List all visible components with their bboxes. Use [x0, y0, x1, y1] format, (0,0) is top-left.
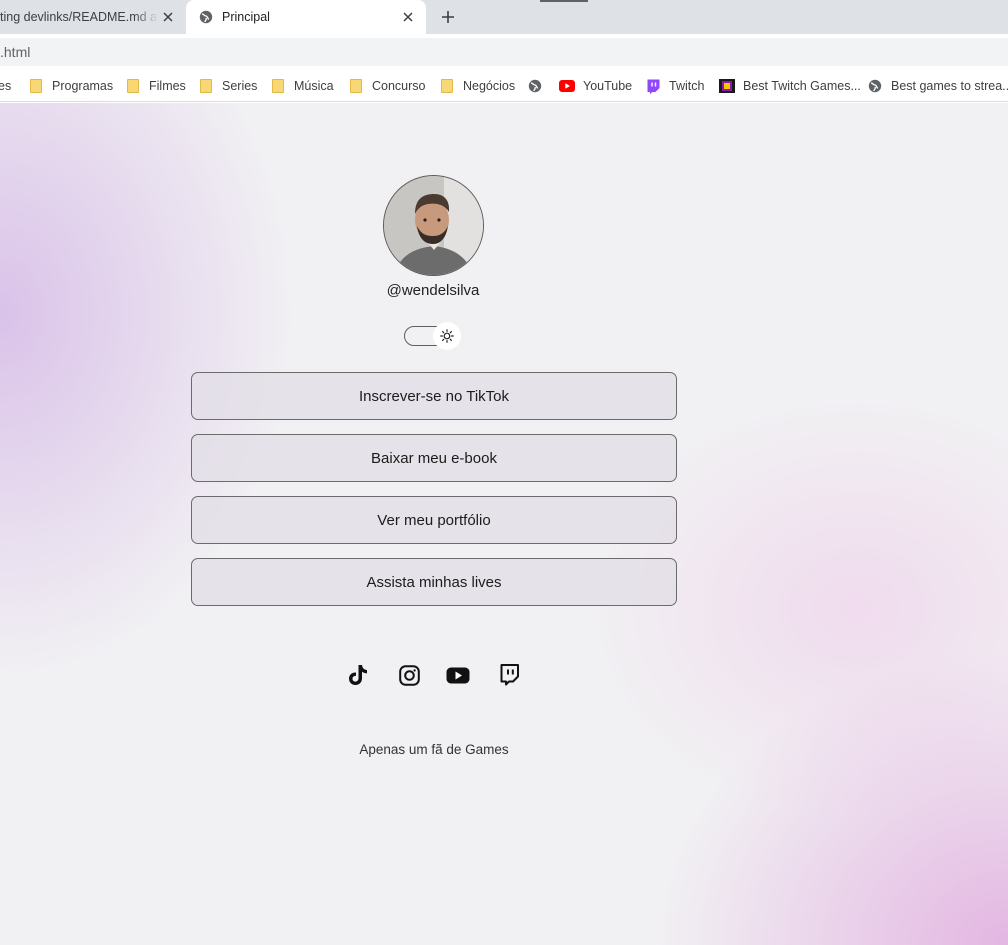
plus-icon [442, 11, 454, 23]
bookmark-folder-concurso[interactable]: Concurso [348, 77, 426, 95]
bookmark-folder-negocios[interactable]: Negócios [439, 77, 515, 95]
bookmark-label: Negócios [463, 79, 516, 93]
sun-icon[interactable] [433, 322, 461, 350]
bookmark-label: Música [294, 79, 334, 93]
bookmark-folder[interactable]: es [0, 77, 11, 95]
globe-icon [527, 78, 543, 94]
url-text[interactable]: .html [0, 44, 30, 60]
bookmark-folder-filmes[interactable]: Filmes [125, 77, 186, 95]
globe-icon [198, 9, 214, 25]
bookmarks-bar: es Programas Filmes Series Música Concur… [0, 70, 1008, 102]
tab-strip: ting devlinks/README.md at m Principal [0, 0, 1008, 34]
bookmark-folder-programas[interactable]: Programas [28, 77, 113, 95]
omnibox[interactable] [0, 38, 1008, 66]
tab-strip-indicator [540, 0, 588, 2]
twitch-icon[interactable] [497, 663, 521, 687]
folder-icon [28, 78, 44, 94]
tiktok-icon[interactable] [346, 663, 370, 687]
folder-icon [198, 78, 214, 94]
link-button-tiktok[interactable]: Inscrever-se no TikTok [191, 372, 677, 420]
avatar [383, 175, 484, 276]
bookmark-label: YouTube [583, 79, 633, 93]
tab-title: Principal [222, 10, 270, 24]
bookmark-label: Best Twitch Games... [743, 79, 861, 93]
globe-icon [867, 78, 883, 94]
youtube-icon [559, 78, 575, 94]
bookmark-folder-series[interactable]: Series [198, 77, 257, 95]
bookmark-label: Best games to strea... [891, 79, 1008, 93]
bookmark-label: Filmes [149, 79, 186, 93]
link-button-lives[interactable]: Assista minhas lives [191, 558, 677, 606]
bookmark-label: Concurso [372, 79, 426, 93]
bookmark-globe[interactable] [527, 77, 551, 95]
username: @wendelsilva [386, 282, 480, 299]
tab-title: ting devlinks/README.md at m [0, 10, 158, 24]
bookmark-label: Series [222, 79, 258, 93]
tab-principal[interactable]: Principal [186, 0, 426, 34]
link-button-ebook[interactable]: Baixar meu e-book [191, 434, 677, 482]
address-bar [0, 34, 1008, 70]
twitch-icon [645, 78, 661, 94]
bookmark-twitch[interactable]: Twitch [645, 77, 704, 95]
youtube-icon[interactable] [446, 663, 470, 687]
link-button-portfolio[interactable]: Ver meu portfólio [191, 496, 677, 544]
site-favicon-icon [719, 78, 735, 94]
close-tab-icon[interactable] [400, 9, 416, 25]
folder-icon [125, 78, 141, 94]
folder-icon [348, 78, 364, 94]
bookmark-folder-musica[interactable]: Música [270, 77, 334, 95]
footer-text: Apenas um fã de Games [359, 742, 509, 757]
folder-icon [439, 78, 455, 94]
instagram-icon[interactable] [397, 663, 421, 687]
tab-readme[interactable]: ting devlinks/README.md at m [0, 0, 186, 34]
bookmark-best-twitch-games[interactable]: Best Twitch Games... [719, 77, 861, 95]
bookmark-best-games-stream[interactable]: Best games to strea... [867, 77, 1008, 95]
bookmark-label: Twitch [669, 79, 705, 93]
bookmark-youtube[interactable]: YouTube [559, 77, 632, 95]
folder-icon [270, 78, 286, 94]
page-content: @wendelsilva Inscrever-se no TikTok Baix… [0, 103, 1008, 945]
new-tab-button[interactable] [437, 6, 459, 28]
bookmark-label: Programas [52, 79, 114, 93]
close-tab-icon[interactable] [160, 9, 176, 25]
bookmark-label: es [0, 79, 12, 93]
